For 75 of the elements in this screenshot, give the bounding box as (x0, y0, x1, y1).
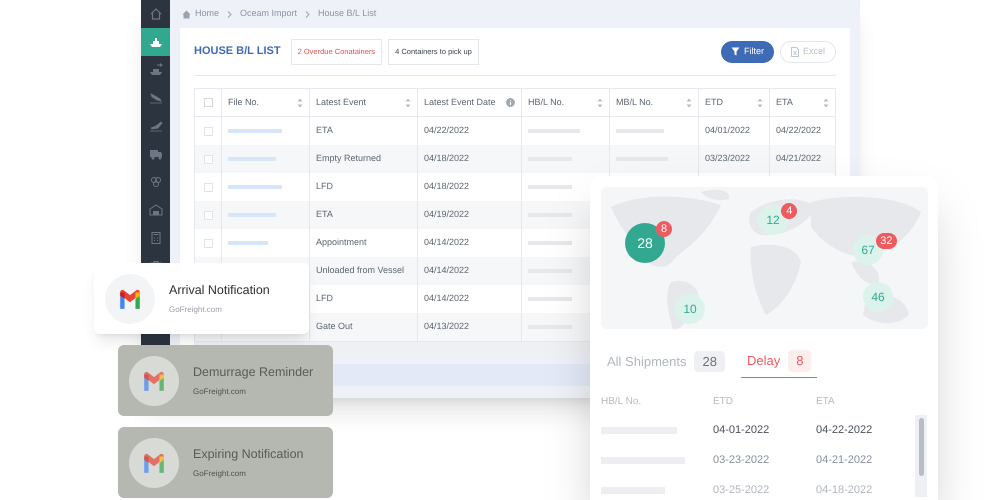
mail-logo-icon (129, 438, 179, 488)
sort-icon (405, 98, 411, 108)
truck-icon (148, 147, 162, 161)
column-header[interactable]: ETA (770, 89, 835, 116)
column-header[interactable]: Latest Event Date (418, 89, 522, 116)
mail-logo-icon (105, 274, 155, 324)
column-header[interactable]: ETD (699, 89, 770, 116)
redacted-link[interactable] (228, 157, 276, 161)
checkbox[interactable] (204, 210, 212, 220)
checkbox[interactable] (204, 238, 212, 248)
notification-source: GoFreight.com (193, 468, 247, 480)
column-header[interactable]: File No. (222, 89, 310, 116)
calculator-icon (148, 231, 162, 245)
column-header[interactable]: HB/L No. (522, 89, 610, 116)
checkbox[interactable] (204, 182, 212, 192)
checkbox[interactable] (204, 154, 212, 164)
filter-button[interactable]: Filter (720, 40, 774, 62)
boxes-icon (148, 175, 162, 189)
checkbox[interactable] (204, 126, 212, 136)
column-header: ETA (816, 395, 836, 409)
notification-card[interactable]: Expiring Notification GoFreight.com (118, 427, 333, 498)
notification-card[interactable]: Demurrage Reminder GoFreight.com (118, 345, 333, 416)
table-cell: 04/13/2022 (418, 313, 522, 341)
home-icon (148, 7, 162, 21)
home-icon (182, 10, 191, 18)
ship-icon (148, 35, 162, 49)
redacted-link[interactable] (228, 213, 276, 217)
breadcrumb-link[interactable]: Oceam Import (240, 7, 298, 21)
info-icon (506, 98, 515, 107)
notification-title: Expiring Notification (193, 446, 304, 464)
table-cell-text: 04-01-2022 (713, 422, 770, 438)
sidebar-item[interactable] (141, 28, 170, 56)
table-cell-text: 04-21-2022 (816, 452, 874, 468)
page-title: HOUSE B/L LIST (194, 44, 281, 60)
chevron-right-icon (304, 10, 312, 18)
breadcrumb-link[interactable]: House B/L List (318, 7, 376, 21)
ship-icon (148, 63, 162, 77)
checkbox[interactable] (204, 98, 212, 107)
column-header: HB/L No. (601, 395, 642, 409)
sort-icon (297, 98, 303, 108)
notification-title: Demurrage Reminder (193, 364, 314, 382)
sort-icon (686, 98, 692, 108)
count-badge: 28 (694, 350, 725, 372)
shipment-tab[interactable]: Delay 8 (740, 344, 818, 378)
table-cell-text: 04/22/2022 (775, 124, 822, 138)
file-icon (790, 46, 799, 56)
table-cell-text: 04-18-2022 (816, 482, 874, 498)
table-cell: Gate Out (310, 313, 418, 341)
sort-icon (757, 98, 763, 108)
sort-icon (597, 98, 603, 108)
redacted-link[interactable] (228, 129, 282, 133)
warehouse-icon (148, 203, 162, 217)
shipment-tab[interactable]: All Shipments 28 (601, 344, 731, 378)
column-header[interactable]: MB/L No. (610, 89, 699, 116)
breadcrumb-link[interactable]: Home (195, 7, 220, 21)
scrollbar-thumb[interactable] (918, 418, 924, 476)
column-header: ETD (713, 395, 734, 409)
redacted-link[interactable] (228, 185, 282, 189)
chevron-right-icon (226, 10, 234, 18)
redacted-link[interactable] (228, 241, 268, 245)
table-cell-text: 04/21/2022 (775, 152, 822, 166)
table-cell-text: 03-25-2022 (713, 482, 770, 498)
sort-icon (823, 98, 829, 108)
mail-logo-icon (129, 356, 179, 406)
column-header[interactable]: Latest Event (310, 89, 418, 116)
notification-card[interactable]: Arrival Notification GoFreight.com (94, 263, 309, 334)
notification-title: Arrival Notification (169, 282, 270, 300)
funnel-icon (730, 47, 740, 56)
notification-source: GoFreight.com (169, 304, 223, 316)
plane-landing-icon (148, 91, 162, 105)
notification-source: GoFreight.com (193, 386, 247, 398)
table-cell-text: 03-23-2022 (713, 452, 770, 468)
count-badge: 8 (788, 350, 812, 372)
table-cell-text: 04-22-2022 (816, 422, 874, 438)
plane-takeoff-icon (148, 119, 162, 133)
